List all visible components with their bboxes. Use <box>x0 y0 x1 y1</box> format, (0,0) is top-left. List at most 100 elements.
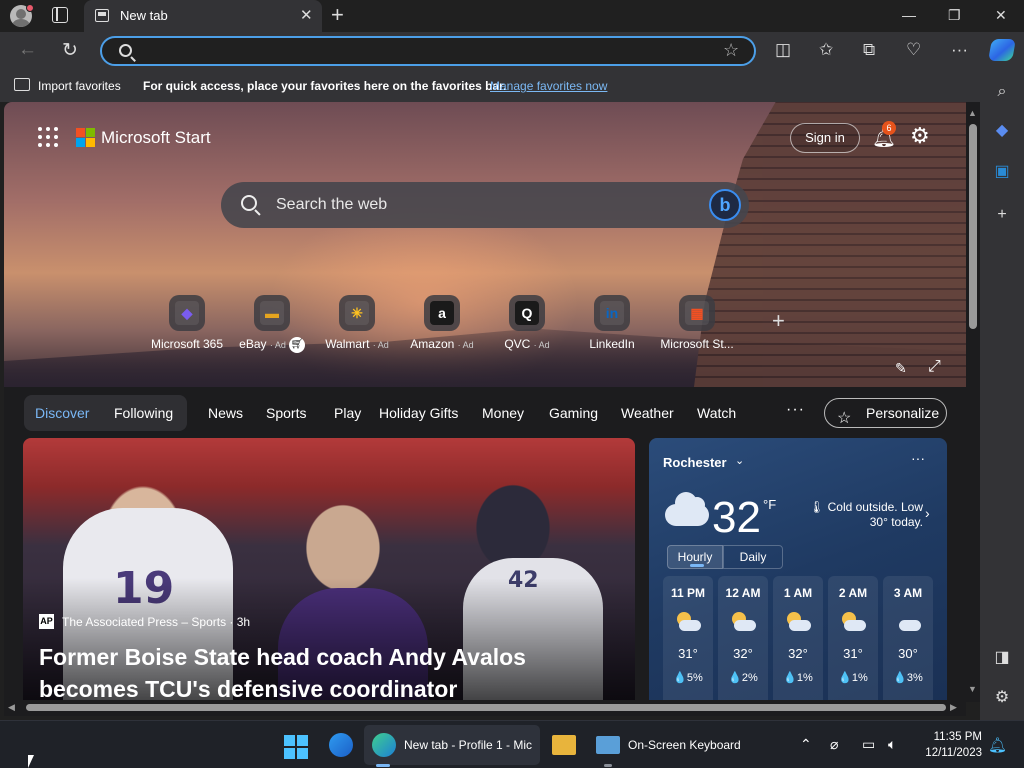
article-headline[interactable]: Former Boise State head coach Andy Avalo… <box>39 641 629 702</box>
scroll-up-arrow-icon[interactable]: ▲ <box>968 108 977 118</box>
settings-more-icon[interactable]: ··· <box>951 40 968 60</box>
daily-tab[interactable]: Daily <box>723 545 783 569</box>
top-story-card[interactable]: 19 42 AP The Associated Press – Sports ·… <box>23 438 635 702</box>
weather-more-button[interactable]: ··· <box>911 450 925 466</box>
volume-muted-icon[interactable]: 🔈︎ <box>888 736 896 753</box>
edit-background-icon[interactable]: ✎ <box>895 360 907 377</box>
hourly-forecast-item[interactable]: 11 PM 31° 💧5% <box>663 576 713 702</box>
browser-tab[interactable]: New tab ✕ <box>84 0 322 32</box>
page-settings-gear-icon[interactable]: ⚙ <box>910 123 930 149</box>
quick-link[interactable]: Q QVC · Ad <box>482 295 572 351</box>
network-disconnected-icon[interactable]: ⌀ <box>830 736 838 753</box>
display-icon[interactable]: ▭ <box>862 736 875 753</box>
quick-link[interactable]: ◆ Microsoft 365 <box>142 295 232 351</box>
weather-card[interactable]: Rochester ⌄ ··· 32 °F 🌡 Cold outside. Lo… <box>649 438 947 702</box>
feed-tab-following[interactable]: Following <box>114 405 173 421</box>
sidebar-settings-icon[interactable]: ⚙ <box>992 688 1012 708</box>
add-favorite-star-icon[interactable]: ☆ <box>723 40 739 61</box>
scroll-left-arrow-icon[interactable]: ◀ <box>8 702 15 713</box>
sidebar-add-icon[interactable]: + <box>992 205 1012 225</box>
windows-taskbar: New tab - Profile 1 - Mic On-Screen Keyb… <box>0 720 1024 768</box>
forecast-hour: 2 AM <box>838 586 868 600</box>
quick-link[interactable]: ✳ Walmart · Ad <box>312 295 402 351</box>
sign-in-button[interactable]: Sign in <box>790 123 860 153</box>
show-hidden-icons-chevron-icon[interactable]: ⌃ <box>800 736 812 753</box>
refresh-button[interactable]: ↻ <box>62 39 78 62</box>
feed-tab-weather[interactable]: Weather <box>621 405 674 421</box>
horizontal-scrollbar[interactable]: ◀ ▶ <box>4 700 966 716</box>
copilot-icon[interactable] <box>988 39 1016 61</box>
start-button[interactable] <box>284 735 308 759</box>
favorites-icon[interactable]: ✩ <box>819 40 833 60</box>
profile-status-dot <box>26 4 34 12</box>
hourly-forecast-item[interactable]: 1 AM 32° 💧1% <box>773 576 823 702</box>
tab-close-icon[interactable]: ✕ <box>300 6 313 24</box>
search-icon <box>119 44 132 57</box>
scroll-down-arrow-icon[interactable]: ▼ <box>968 684 977 694</box>
shopping-cart-icon[interactable]: 🛒︎ <box>288 337 305 353</box>
osk-window-title[interactable]: On-Screen Keyboard <box>628 738 741 752</box>
address-bar[interactable]: ☆ <box>100 36 756 66</box>
feed-tab-money[interactable]: Money <box>482 405 524 421</box>
hourly-forecast-item[interactable]: 2 AM 31° 💧1% <box>828 576 878 702</box>
partly-cloudy-icon <box>675 612 701 634</box>
temperature-unit[interactable]: °F <box>763 497 776 512</box>
partly-cloudy-icon <box>840 612 866 634</box>
sidebar-search-icon[interactable]: ⌕ <box>992 82 1012 102</box>
close-window-button[interactable]: ✕ <box>995 7 1007 24</box>
minimize-button[interactable]: — <box>902 7 916 23</box>
feed-tab-holiday-gifts[interactable]: Holiday Gifts <box>379 405 458 421</box>
collections-icon[interactable]: ⧉ <box>863 40 875 60</box>
browser-essentials-icon[interactable]: ♡ <box>906 40 921 60</box>
weather-location[interactable]: Rochester <box>663 455 727 470</box>
edge-beta-taskbar-icon[interactable] <box>329 733 353 757</box>
feed-tab-gaming[interactable]: Gaming <box>549 405 598 421</box>
split-screen-icon[interactable]: ◫ <box>775 40 791 60</box>
more-categories-button[interactable]: ··· <box>786 401 805 419</box>
import-favorites-link[interactable]: Import favorites <box>38 79 121 93</box>
feed-tab-discover[interactable]: Discover <box>35 405 89 421</box>
hourly-forecast-item[interactable]: 12 AM 32° 💧2% <box>718 576 768 702</box>
back-button[interactable]: ← <box>18 39 37 61</box>
feed-tab-play[interactable]: Play <box>334 405 361 421</box>
restore-button[interactable]: ❐ <box>948 7 961 24</box>
edge-window-taskbar-item[interactable]: New tab - Profile 1 - Mic <box>364 725 540 765</box>
address-input[interactable] <box>142 42 712 62</box>
quick-link[interactable]: a Amazon · Ad <box>397 295 487 351</box>
expand-background-icon[interactable]: ⤢ <box>928 358 941 376</box>
weather-details-arrow-icon[interactable]: › <box>925 505 930 521</box>
manage-favorites-link[interactable]: Manage favorites now <box>490 79 607 93</box>
quick-link[interactable]: ▦ Microsoft St... <box>652 295 742 351</box>
brand-title[interactable]: Microsoft Start <box>101 128 211 148</box>
hourly-forecast-item[interactable]: 3 AM 30° 💧3% <box>883 576 933 702</box>
scroll-right-arrow-icon[interactable]: ▶ <box>950 702 957 713</box>
horizontal-scroll-thumb[interactable] <box>26 704 946 711</box>
personalize-button[interactable]: ☆ Personalize <box>824 398 947 428</box>
quick-link[interactable]: ▬ eBay · Ad 🛒︎ <box>227 295 317 353</box>
ad-badge: · Ad <box>372 340 389 350</box>
feed-tab-sports[interactable]: Sports <box>266 405 306 421</box>
edge-window-title: New tab - Profile 1 - Mic <box>404 738 533 752</box>
vertical-scrollbar[interactable]: ▲ ▼ <box>966 102 980 702</box>
hourly-tab[interactable]: Hourly <box>667 545 723 569</box>
feed-tab-news[interactable]: News <box>208 405 243 421</box>
web-search-box[interactable]: Search the web b <box>221 182 749 228</box>
tab-actions-icon[interactable] <box>52 7 68 23</box>
forecast-temperature: 32° <box>733 646 753 661</box>
new-tab-button[interactable]: + <box>331 2 344 28</box>
sidebar-hide-icon[interactable]: ◨ <box>992 648 1012 668</box>
notification-center-bell-icon[interactable]: 🔔︎ <box>988 736 1007 754</box>
file-explorer-icon[interactable] <box>552 735 576 755</box>
quick-link[interactable]: in LinkedIn <box>567 295 657 351</box>
sidebar-copilot-icon[interactable]: ◆ <box>992 121 1012 141</box>
feed-tab-watch[interactable]: Watch <box>697 405 736 421</box>
on-screen-keyboard-icon[interactable] <box>596 736 620 754</box>
sidebar-outlook-icon[interactable]: ▣ <box>992 162 1012 182</box>
bing-chat-button[interactable]: b <box>709 189 741 221</box>
partly-cloudy-icon <box>730 612 756 634</box>
vertical-scroll-thumb[interactable] <box>969 124 977 329</box>
system-clock[interactable]: 11:35 PM 12/11/2023 <box>912 729 982 761</box>
add-quick-link-icon[interactable]: + <box>772 308 785 334</box>
app-launcher-icon[interactable] <box>38 127 58 147</box>
location-chevron-icon[interactable]: ⌄ <box>735 454 744 467</box>
